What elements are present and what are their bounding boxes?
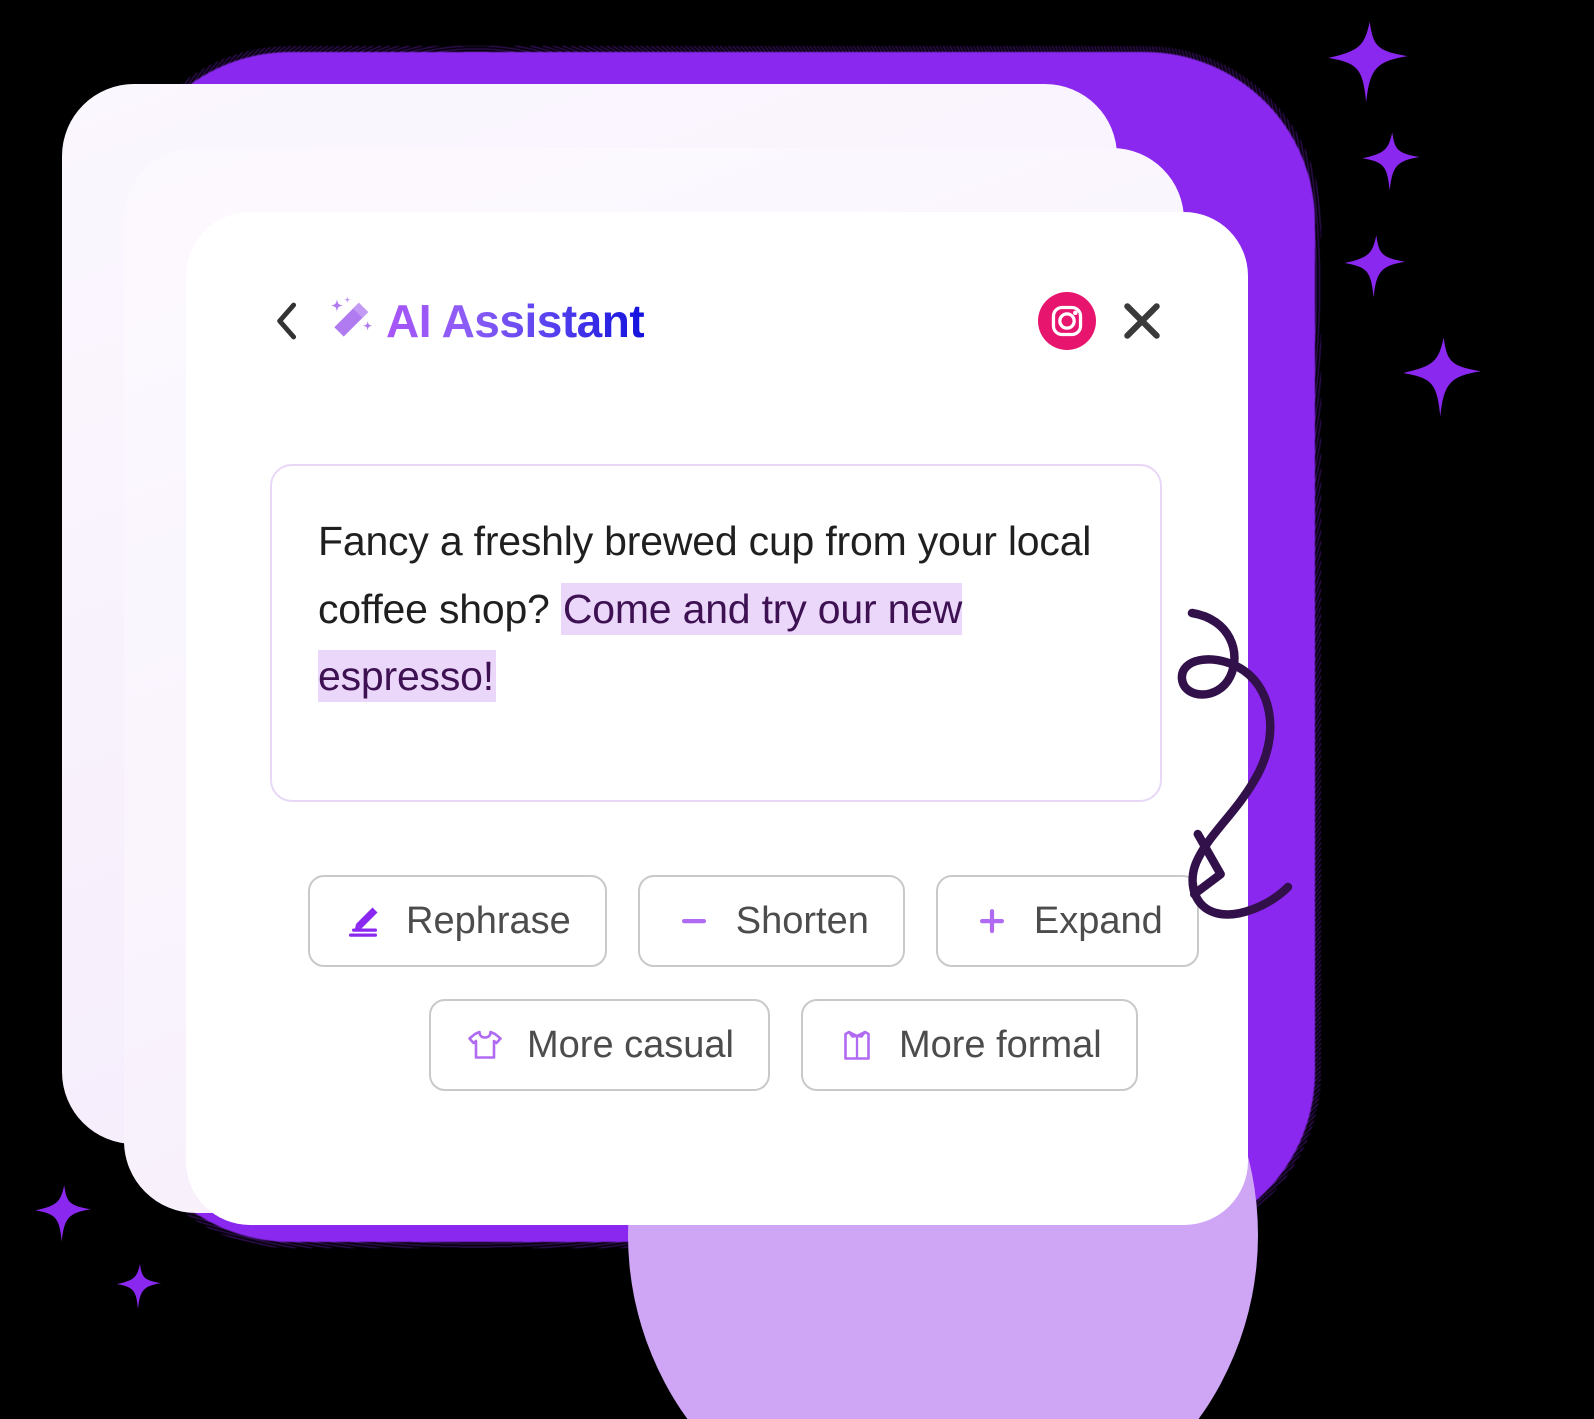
more-casual-button-label: More casual — [527, 1024, 734, 1066]
more-casual-button[interactable]: More casual — [429, 999, 770, 1091]
close-icon[interactable] — [1120, 299, 1164, 343]
ai-assistant-panel: AI Assistant Fancy a freshly brewed cup … — [186, 212, 1248, 1225]
text-editor-box[interactable]: Fancy a freshly brewed cup from your loc… — [270, 464, 1162, 802]
page-title: AI Assistant — [386, 295, 645, 347]
chevron-left-icon[interactable] — [270, 301, 304, 341]
plus-icon — [972, 901, 1012, 941]
more-formal-button[interactable]: More formal — [800, 999, 1138, 1091]
sparkle-star-icon — [1403, 337, 1481, 417]
rephrase-button[interactable]: Rephrase — [308, 875, 607, 967]
dress-shirt-icon — [837, 1025, 877, 1065]
shorten-button-label: Shorten — [735, 900, 869, 942]
more-formal-button-label: More formal — [898, 1024, 1102, 1066]
sparkle-star-icon — [1328, 21, 1408, 103]
action-buttons-row-1: Rephrase Shorten Expand — [308, 875, 1199, 967]
panel-header: AI Assistant — [270, 290, 1164, 352]
sparkle-star-icon — [116, 1263, 162, 1310]
rephrase-button-label: Rephrase — [406, 900, 571, 942]
shorten-button[interactable]: Shorten — [637, 875, 905, 967]
sparkle-star-icon — [35, 1185, 91, 1242]
minus-icon — [674, 901, 714, 941]
editor-content: Fancy a freshly brewed cup from your loc… — [318, 508, 1114, 711]
tshirt-icon — [465, 1025, 505, 1065]
magic-wand-icon — [330, 296, 373, 337]
action-buttons-row-2: More casual More formal — [429, 999, 1138, 1091]
sparkle-star-icon — [1362, 132, 1420, 191]
screenshot-root: AI Assistant Fancy a freshly brewed cup … — [0, 0, 1594, 1419]
pencil-lines-icon — [344, 901, 384, 941]
instagram-icon[interactable] — [1038, 292, 1096, 350]
curly-arrow-decoration — [1177, 608, 1293, 919]
sparkle-star-icon — [1344, 235, 1406, 298]
expand-button-label: Expand — [1033, 900, 1163, 942]
